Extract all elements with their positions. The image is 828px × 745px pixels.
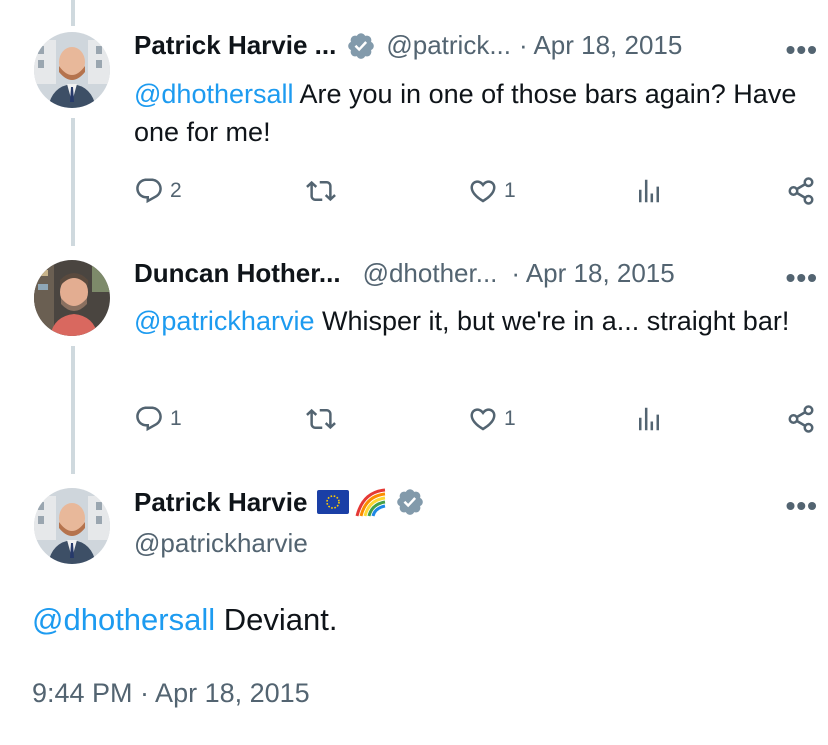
mention-link[interactable]: @patrickharvie: [134, 306, 314, 336]
share-icon: [788, 405, 814, 433]
main-tweet-header: Patrick Harvie: [134, 486, 425, 518]
reply-count: 2: [170, 179, 182, 202]
author-name[interactable]: Patrick Harvie ...: [134, 30, 336, 61]
like-count: 1: [504, 179, 516, 202]
author-handle[interactable]: @dhother...: [363, 258, 498, 289]
share-button[interactable]: [786, 176, 816, 206]
mention-link[interactable]: @dhothersall: [134, 79, 294, 109]
thread-line-2: [71, 346, 75, 474]
verified-badge-icon: [348, 32, 375, 59]
main-tweet-text: @dhothersall Deviant.: [32, 602, 337, 638]
like-icon: [470, 408, 496, 431]
tweet-header: Patrick Harvie ... @patrick... · Apr 18,…: [134, 30, 682, 61]
author-handle[interactable]: @patrickharvie: [134, 528, 308, 559]
tweet-timestamp[interactable]: 9:44 PM · Apr 18, 2015: [32, 678, 310, 709]
views-icon: [639, 179, 659, 203]
views-button[interactable]: [634, 176, 664, 206]
views-icon: [639, 407, 659, 431]
mention-link[interactable]: @dhothersall: [32, 602, 215, 637]
thread-line-1: [71, 118, 75, 246]
reply-count: 1: [170, 407, 182, 430]
retweet-icon: [306, 408, 336, 430]
views-button[interactable]: [634, 404, 664, 434]
author-name[interactable]: Duncan Hother...: [134, 258, 341, 289]
more-options-icon[interactable]: •••: [786, 34, 818, 66]
tweet-header: Duncan Hother... @dhother... · Apr 18, 2…: [134, 258, 675, 289]
share-button[interactable]: [786, 404, 816, 434]
reply-button[interactable]: 2: [134, 176, 182, 206]
rainbow-icon: [355, 488, 386, 517]
tweet-actions: 1 1: [134, 404, 820, 444]
main-tweet-text-content: Deviant.: [215, 602, 338, 637]
author-name[interactable]: Patrick Harvie: [134, 487, 307, 518]
more-options-icon[interactable]: •••: [786, 262, 818, 294]
avatar[interactable]: [34, 260, 110, 336]
tweet-text: @dhothersall Are you in one of those bar…: [134, 75, 814, 151]
tweet-text: @patrickharvie Whisper it, but we're in …: [134, 302, 814, 340]
like-icon: [470, 180, 496, 203]
verified-badge-icon: [397, 489, 424, 515]
eu-flag-icon: [317, 490, 350, 514]
like-button[interactable]: 1: [468, 404, 516, 434]
retweet-button[interactable]: [306, 176, 336, 206]
retweet-button[interactable]: [306, 404, 336, 434]
like-count: 1: [504, 407, 516, 430]
retweet-icon: [306, 180, 336, 202]
tweet-date[interactable]: · Apr 18, 2015: [511, 258, 674, 289]
share-icon: [788, 177, 814, 205]
more-options-icon[interactable]: •••: [786, 490, 818, 522]
tweet-actions: 2 1: [134, 176, 820, 216]
reply-button[interactable]: 1: [134, 404, 182, 434]
avatar[interactable]: [34, 488, 110, 564]
author-handle[interactable]: @patrick...: [386, 30, 511, 61]
thread-line-top: [71, 0, 75, 26]
avatar[interactable]: [34, 32, 110, 108]
tweet-text-content: Whisper it, but we're in a... straight b…: [314, 306, 790, 336]
tweet-date[interactable]: · Apr 18, 2015: [519, 30, 682, 61]
like-button[interactable]: 1: [468, 176, 516, 206]
reply-icon: [136, 178, 162, 204]
reply-icon: [136, 406, 162, 432]
